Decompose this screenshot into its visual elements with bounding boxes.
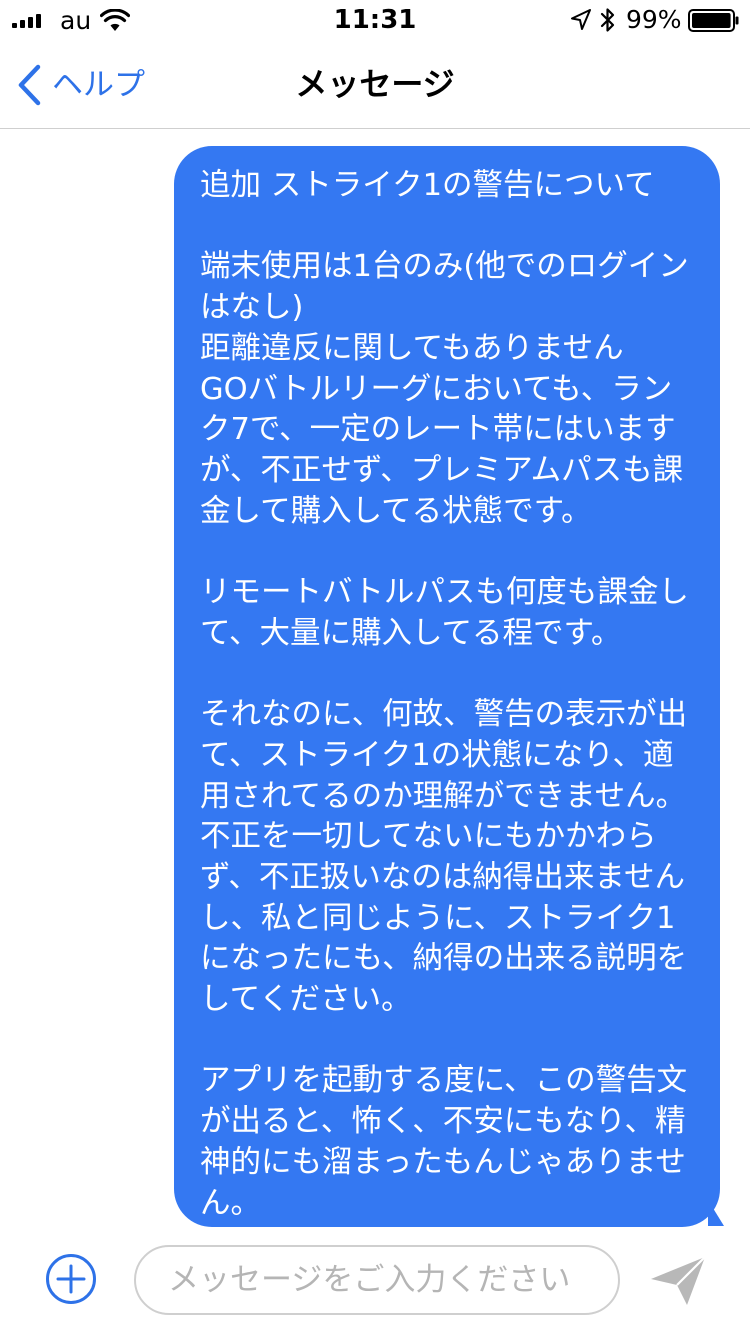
navigation-bar: ヘルプ メッセージ (0, 40, 750, 129)
location-icon (571, 9, 591, 30)
page-title: メッセージ (295, 65, 455, 103)
message-input[interactable] (134, 1245, 620, 1315)
composer-bar (0, 1229, 750, 1334)
battery-icon (688, 9, 739, 32)
message-text: 追加 ストライク1の警告について 端末使用は1台のみ(他でのログインはなし) 距… (200, 168, 689, 1221)
battery-percentage: 99% (626, 5, 682, 34)
bluetooth-icon (600, 8, 615, 32)
outgoing-message-bubble[interactable]: 追加 ストライク1の警告について 端末使用は1台のみ(他でのログインはなし) 距… (174, 146, 720, 1227)
status-bar: au 11:31 99% (0, 0, 750, 40)
send-button[interactable] (648, 1255, 708, 1307)
message-bubble-tail (708, 1200, 724, 1226)
add-attachment-button[interactable] (45, 1253, 97, 1305)
message-list[interactable]: 追加 ストライク1の警告について 端末使用は1台のみ(他でのログインはなし) 距… (0, 129, 750, 1229)
